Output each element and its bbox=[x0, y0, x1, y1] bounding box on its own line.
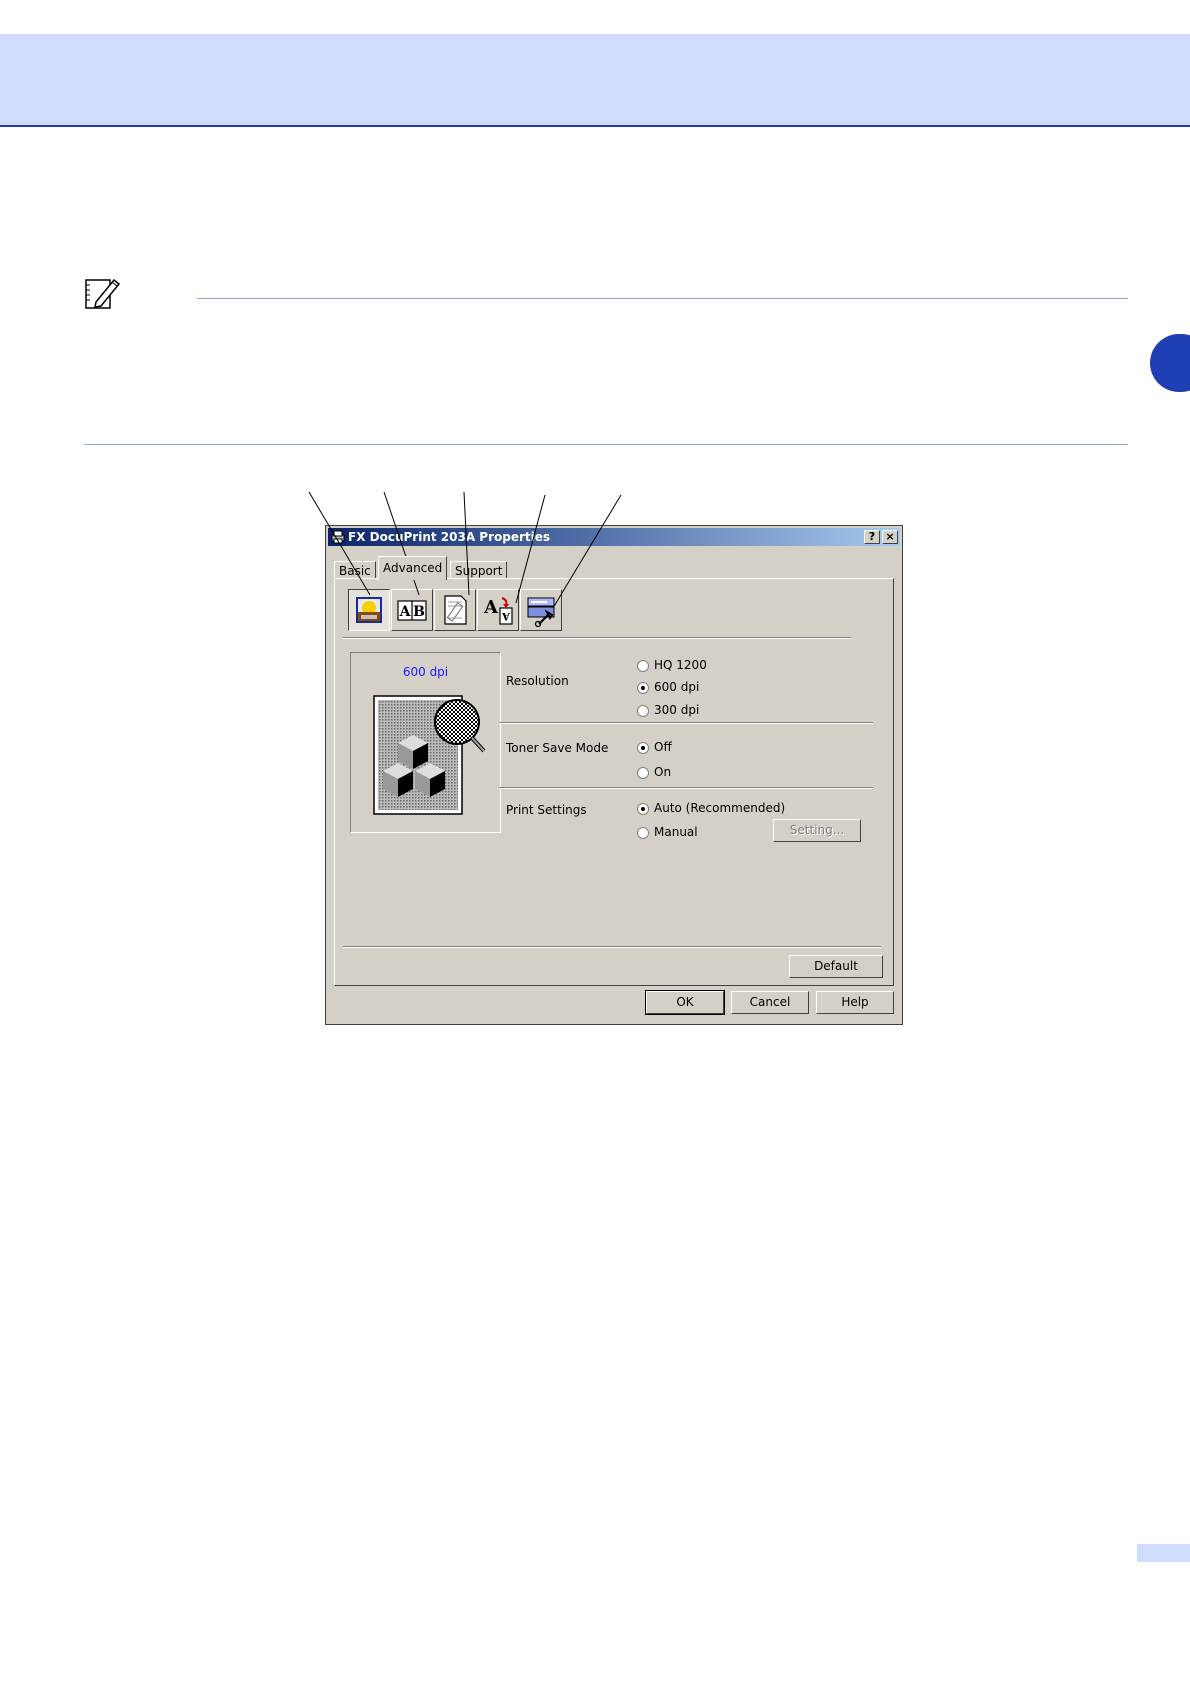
printer-properties-dialog: FX DocuPrint 203A Properties ? × Basic A… bbox=[325, 525, 903, 1025]
resolution-preview: 600 dpi bbox=[350, 652, 501, 833]
help-title-button[interactable]: ? bbox=[864, 530, 880, 544]
toner-off-radio[interactable] bbox=[637, 742, 649, 754]
help-button[interactable]: Help bbox=[816, 991, 894, 1014]
page-number-tab bbox=[1137, 1544, 1190, 1562]
header-band bbox=[0, 34, 1190, 126]
toner-save-label: Toner Save Mode bbox=[506, 741, 609, 755]
print-manual-label[interactable]: Manual bbox=[654, 825, 698, 839]
resolution-300dpi-label[interactable]: 300 dpi bbox=[654, 703, 699, 717]
resolution-hq1200-radio[interactable] bbox=[637, 660, 649, 672]
bottom-separator bbox=[343, 946, 881, 948]
preview-cubes-illustration bbox=[373, 695, 486, 815]
tab-support[interactable]: Support bbox=[450, 561, 508, 579]
dialog-titlebar: FX DocuPrint 203A Properties ? × bbox=[328, 528, 900, 546]
duplex-icon: A B bbox=[397, 600, 427, 621]
default-button[interactable]: Default bbox=[789, 955, 883, 978]
resolution-600dpi-radio[interactable] bbox=[637, 682, 649, 694]
resolution-300dpi-radio[interactable] bbox=[637, 705, 649, 717]
resolution-hq1200-label[interactable]: HQ 1200 bbox=[654, 658, 707, 672]
svg-text:A: A bbox=[502, 610, 511, 621]
duplex-button[interactable]: A B bbox=[391, 589, 433, 631]
note-pencil-icon bbox=[85, 278, 121, 309]
watermark-icon bbox=[444, 595, 467, 625]
device-options-button[interactable] bbox=[520, 589, 562, 631]
svg-text:A: A bbox=[483, 597, 499, 618]
toolbar-separator bbox=[343, 637, 851, 639]
toner-separator bbox=[499, 787, 873, 789]
print-settings-label: Print Settings bbox=[506, 803, 587, 817]
printer-icon bbox=[331, 530, 345, 544]
toner-off-label[interactable]: Off bbox=[654, 740, 672, 754]
page-setting-button[interactable]: A A bbox=[477, 589, 519, 631]
resolution-separator bbox=[499, 722, 873, 724]
resolution-600dpi-label[interactable]: 600 dpi bbox=[654, 680, 699, 694]
resolution-label: Resolution bbox=[506, 674, 569, 688]
toner-on-radio[interactable] bbox=[637, 767, 649, 779]
note-rule-bottom bbox=[84, 444, 1128, 445]
print-manual-radio[interactable] bbox=[637, 827, 649, 839]
ok-button[interactable]: OK bbox=[645, 990, 725, 1015]
device-options-icon bbox=[527, 597, 555, 628]
toner-on-label[interactable]: On bbox=[654, 765, 671, 779]
page-setting-icon: A A bbox=[483, 597, 513, 625]
dialog-title: FX DocuPrint 203A Properties bbox=[348, 530, 551, 544]
print-auto-radio[interactable] bbox=[637, 803, 649, 815]
svg-text:A: A bbox=[399, 604, 412, 620]
cancel-button[interactable]: Cancel bbox=[731, 991, 809, 1014]
print-auto-label[interactable]: Auto (Recommended) bbox=[654, 801, 785, 815]
tab-advanced[interactable]: Advanced bbox=[378, 556, 448, 580]
advanced-panel: A B A A 600 dpi Resolution HQ 1200 600 d… bbox=[334, 578, 894, 986]
chapter-tab bbox=[1150, 334, 1190, 392]
watermark-button[interactable] bbox=[434, 589, 476, 631]
note-rule-top bbox=[197, 298, 1128, 299]
print-quality-icon bbox=[356, 597, 382, 623]
print-quality-button[interactable] bbox=[348, 589, 390, 631]
close-button[interactable]: × bbox=[882, 530, 898, 544]
tab-basic[interactable]: Basic bbox=[334, 561, 376, 579]
header-rule bbox=[0, 125, 1190, 127]
preview-dpi-label: 600 dpi bbox=[402, 665, 449, 679]
svg-text:B: B bbox=[413, 604, 425, 620]
setting-button[interactable]: Setting... bbox=[773, 819, 861, 842]
